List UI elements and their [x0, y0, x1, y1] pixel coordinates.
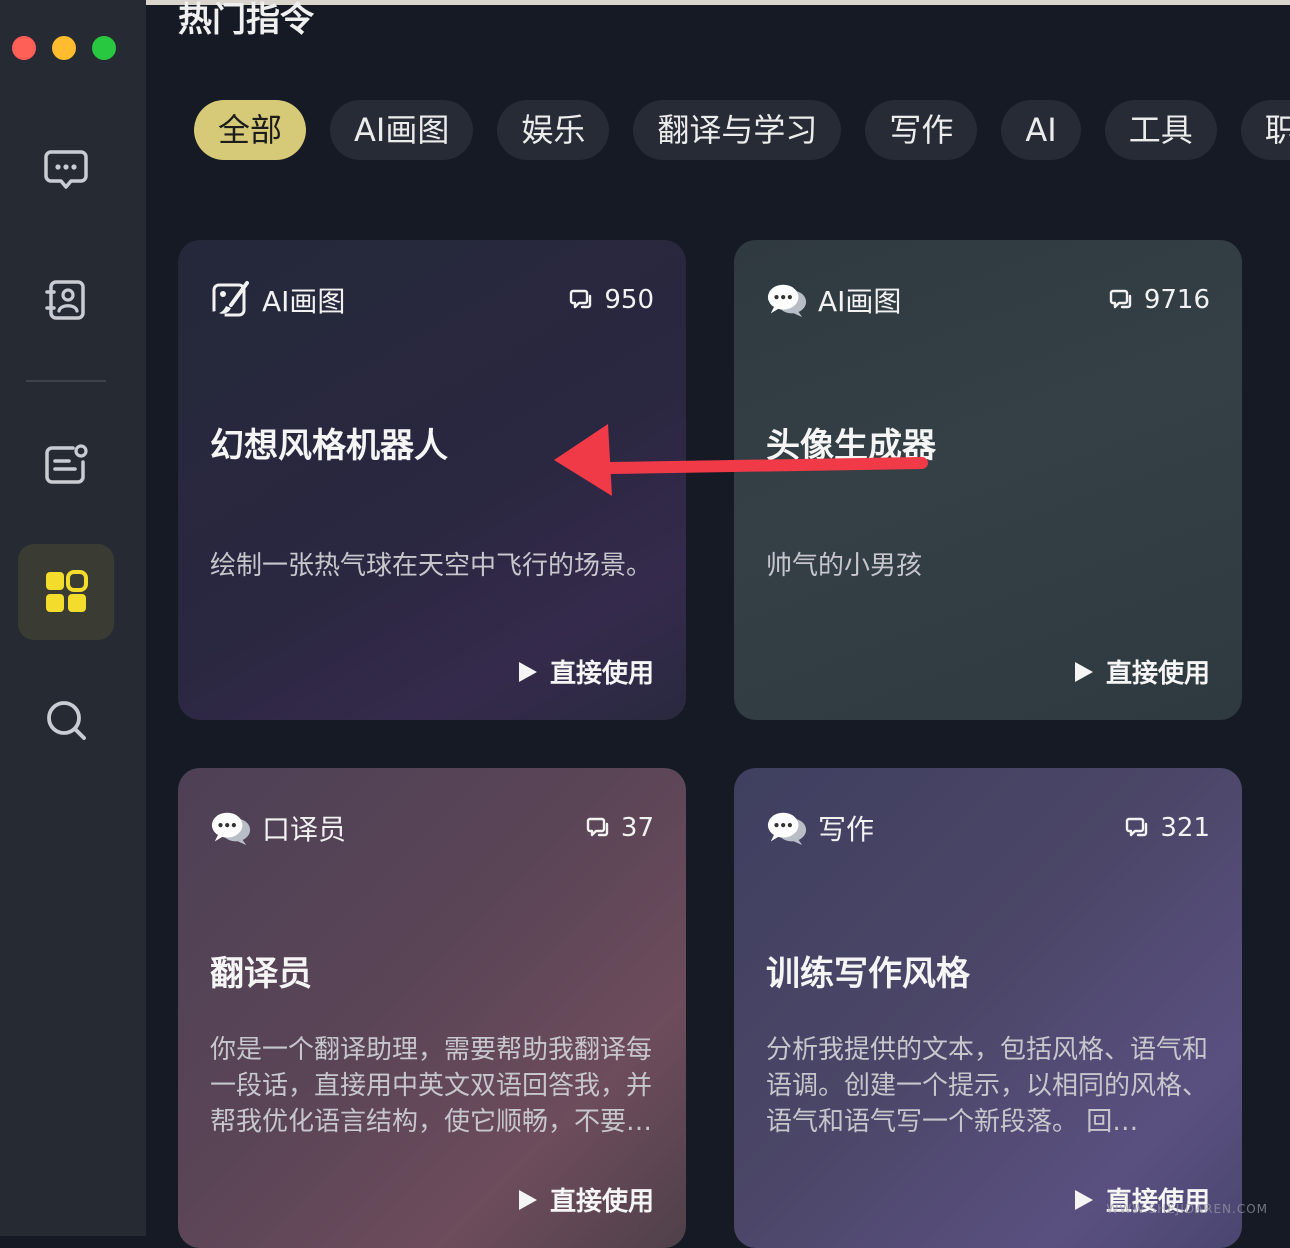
use-directly-label: 直接使用 [1105, 659, 1210, 689]
comment-icon [1108, 287, 1134, 313]
use-directly-button[interactable]: 直接使用 [1072, 653, 1210, 690]
play-icon [516, 1189, 538, 1211]
sidebar-item-contacts[interactable] [18, 252, 114, 348]
usage-count-value: 321 [1160, 813, 1210, 843]
sidebar-item-chat[interactable] [18, 122, 114, 218]
usage-count-value: 37 [620, 813, 654, 843]
play-icon [1072, 1189, 1094, 1211]
tab-career[interactable]: 职 [1240, 100, 1290, 160]
card-header: 写作 321 [766, 808, 1210, 848]
page-title: 热门指令 [178, 0, 314, 40]
tab-writing[interactable]: 写作 [865, 100, 978, 160]
tab-all[interactable]: 全部 [194, 100, 307, 160]
contact-card-icon [45, 280, 85, 320]
zoom-window-button[interactable] [92, 36, 116, 60]
grid-apps-icon [46, 570, 88, 612]
card-header: AI画图 9716 [766, 280, 1210, 320]
use-directly-label: 直接使用 [549, 659, 654, 689]
category-tabs: 全部 AI画图 娱乐 翻译与学习 写作 AI 工具 职 [194, 100, 1290, 160]
usage-count-value: 9716 [1143, 285, 1210, 315]
sidebar-item-apps[interactable] [18, 544, 114, 640]
tab-translation-learning[interactable]: 翻译与学习 [633, 100, 842, 160]
card-category: AI画图 [818, 285, 902, 318]
chat-bubble-icon [44, 150, 88, 189]
usage-count: 37 [585, 813, 654, 843]
card-description: 帅气的小男孩 [766, 551, 923, 581]
sidebar-item-notes[interactable] [18, 416, 114, 512]
close-window-button[interactable] [12, 36, 36, 60]
card-title: 幻想风格机器人 [210, 426, 448, 466]
sidebar-item-search[interactable] [18, 672, 114, 768]
usage-count: 950 [568, 285, 654, 315]
card-header: 口译员 37 [210, 808, 654, 848]
annotation-arrow-icon [554, 424, 928, 496]
usage-count-value: 950 [604, 285, 654, 315]
comment-icon [585, 815, 611, 841]
play-icon [1072, 661, 1094, 683]
sidebar [0, 0, 146, 1236]
search-icon [47, 701, 86, 740]
prompt-card[interactable]: 写作 321 训练写作风格 分析我提供的文本，包括风格、语气和语调。创建一个提示… [734, 768, 1242, 1248]
card-description: 绘制一张热气球在天空中飞行的场景。 [210, 551, 653, 581]
play-icon [516, 661, 538, 683]
minimize-window-button[interactable] [52, 36, 76, 60]
card-category: AI画图 [262, 285, 346, 318]
use-directly-label: 直接使用 [549, 1187, 654, 1217]
usage-count: 321 [1124, 813, 1210, 843]
use-directly-button[interactable]: 直接使用 [516, 653, 654, 690]
tab-ai-drawing[interactable]: AI画图 [330, 100, 474, 160]
card-header: AI画图 950 [210, 280, 654, 320]
chat-bubbles-icon [766, 279, 808, 321]
card-description: 分析我提供的文本，包括风格、语气和语调。创建一个提示，以相同的风格、语气和语气写… [766, 1035, 1209, 1137]
tab-tools[interactable]: 工具 [1104, 100, 1217, 160]
sidebar-divider [26, 380, 106, 382]
chat-bubbles-icon [766, 807, 808, 849]
paint-brush-icon [210, 279, 252, 321]
watermark: WWW.SHEJIDAREN.COM [1106, 1202, 1268, 1216]
prompt-card[interactable]: 口译员 37 翻译员 你是一个翻译助理，需要帮助我翻译每一段话，直接用中英文双语… [178, 768, 686, 1248]
use-directly-button[interactable]: 直接使用 [516, 1181, 654, 1218]
card-title: 训练写作风格 [766, 954, 970, 994]
note-edit-icon [45, 444, 88, 484]
card-description: 你是一个翻译助理，需要帮助我翻译每一段话，直接用中英文双语回答我，并帮我优化语言… [210, 1035, 653, 1137]
card-category: 写作 [818, 813, 875, 846]
chat-bubbles-icon [210, 807, 252, 849]
card-title: 翻译员 [210, 954, 312, 994]
card-category: 口译员 [262, 813, 347, 846]
tab-ai[interactable]: AI [1001, 100, 1081, 160]
comment-icon [568, 287, 594, 313]
tab-entertainment[interactable]: 娱乐 [497, 100, 610, 160]
comment-icon [1124, 815, 1150, 841]
usage-count: 9716 [1108, 285, 1210, 315]
